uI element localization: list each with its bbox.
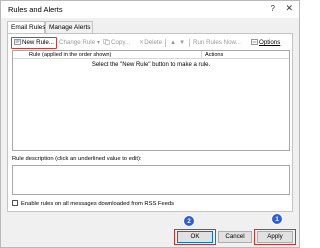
copy-icon [103,39,110,45]
rules-table-header: Rule (applied in the order shown) Action… [13,51,289,59]
move-down-icon[interactable]: ▼ [179,37,185,49]
rules-and-alerts-dialog: Rules and Alerts ? ✕ Email Rules Manage … [0,0,300,248]
column-divider [201,51,202,59]
help-icon[interactable]: ? [271,4,275,13]
step-badge-1: 1 [271,213,283,225]
rss-rules-option[interactable]: Enable rules on all messages downloaded … [12,200,174,208]
new-rule-icon [14,39,21,45]
rule-description-label: Rule description (click an underlined va… [12,156,142,162]
tab-manage-alerts[interactable]: Manage Alerts [45,21,93,33]
options-icon [251,39,258,45]
move-up-icon[interactable]: ▲ [170,37,176,49]
change-rule-label: Change Rule [59,39,96,46]
window-title: Rules and Alerts [8,5,63,14]
toolbar-divider [189,39,190,47]
step-badge-2: 2 [183,215,195,227]
options-label: Options [259,39,281,46]
apply-button[interactable]: Apply [257,231,293,243]
cancel-button[interactable]: Cancel [218,231,252,243]
chevron-down-icon: ▾ [96,39,100,46]
close-icon[interactable]: ✕ [285,3,293,14]
column-header-rule[interactable]: Rule (applied in the order shown) [29,51,111,59]
new-rule-label: New Rule... [22,39,54,46]
copy-label: Copy... [111,39,131,46]
copy-button[interactable]: Copy... [103,37,130,49]
rules-table[interactable]: Rule (applied in the order shown) Action… [12,50,290,151]
options-button[interactable]: Options [251,37,280,49]
delete-label: Delete [144,39,163,46]
title-bar: Rules and Alerts ? ✕ [1,1,299,18]
ok-button[interactable]: OK [177,231,213,243]
run-rules-now-button[interactable]: Run Rules Now... [193,37,241,49]
delete-button[interactable]: ✕Delete [139,37,162,49]
change-rule-button[interactable]: Change Rule ▾ [59,37,100,49]
rules-toolbar: New Rule... Change Rule ▾ Copy... ✕Delet… [11,37,289,49]
rss-rules-label: Enable rules on all messages downloaded … [21,201,175,207]
new-rule-button[interactable]: New Rule... [11,37,57,49]
toolbar-divider [165,39,166,47]
email-rules-panel: New Rule... Change Rule ▾ Copy... ✕Delet… [7,33,293,212]
rss-rules-checkbox[interactable] [12,200,18,206]
rule-description-box[interactable] [12,165,290,195]
empty-rules-hint: Select the "New Rule" button to make a r… [91,62,211,68]
column-header-actions[interactable]: Actions [205,51,223,59]
